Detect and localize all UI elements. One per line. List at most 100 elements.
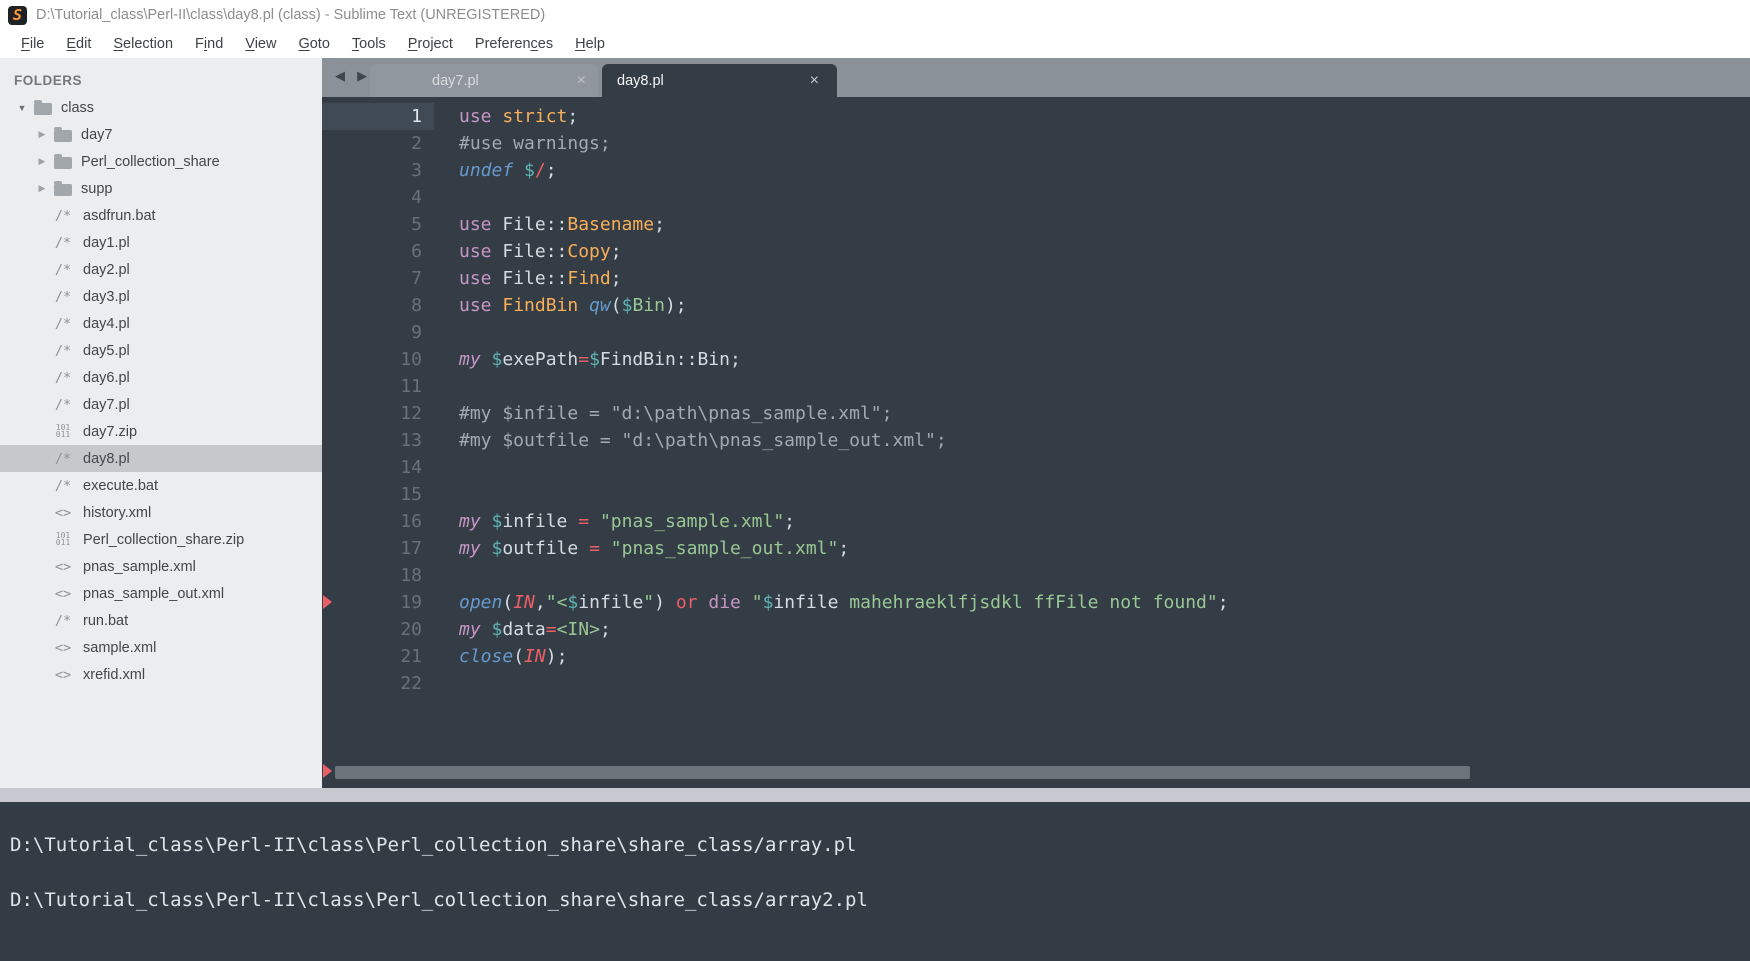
perl-file-icon: /*	[54, 234, 72, 251]
menu-tools[interactable]: Tools	[341, 33, 397, 55]
sidebar-item-day7[interactable]: ▶ day7	[0, 121, 322, 148]
code-token: close	[459, 646, 514, 667]
code-token: strict	[502, 106, 568, 127]
code-line-7[interactable]: 7 use File::Find;	[322, 265, 1750, 292]
line-number: 22	[400, 673, 422, 694]
sidebar-item-supp[interactable]: ▶ supp	[0, 175, 322, 202]
menu-file[interactable]: File	[10, 33, 55, 55]
code-line-21[interactable]: 21 close(IN);	[322, 643, 1750, 670]
code-token: use	[459, 214, 492, 235]
code-line-1[interactable]: 1 use strict;	[322, 103, 1750, 130]
sidebar-item-day3-pl[interactable]: /* day3.pl	[0, 283, 322, 310]
code-line-11[interactable]: 11	[322, 373, 1750, 400]
code-line-6[interactable]: 6 use File::Copy;	[322, 238, 1750, 265]
code-token: Find	[567, 268, 611, 289]
folder-icon	[54, 180, 72, 196]
menu-preferences[interactable]: Preferences	[464, 33, 564, 55]
sidebar-item-execute-bat[interactable]: /* execute.bat	[0, 472, 322, 499]
code-line-3[interactable]: 3 undef $/;	[322, 157, 1750, 184]
sidebar-item-day7-pl[interactable]: /* day7.pl	[0, 391, 322, 418]
code-line-17[interactable]: 17 my $outfile = "pnas_sample_out.xml";	[322, 535, 1750, 562]
menu-help[interactable]: Help	[564, 33, 616, 55]
gutter-mark-icon	[323, 764, 332, 778]
code-line-18[interactable]: 18	[322, 562, 1750, 589]
line-number: 6	[411, 241, 422, 262]
menu-view[interactable]: View	[234, 33, 287, 55]
sidebar-item-day1-pl[interactable]: /* day1.pl	[0, 229, 322, 256]
sidebar-item-label: xrefid.xml	[83, 666, 146, 683]
menu-goto[interactable]: Goto	[287, 33, 340, 55]
code-line-5[interactable]: 5 use File::Basename;	[322, 211, 1750, 238]
code-token: )	[654, 592, 676, 613]
tab-day8.pl[interactable]: day8.pl ×	[602, 64, 837, 97]
menu-selection[interactable]: Selection	[102, 33, 184, 55]
code-line-2[interactable]: 2 #use warnings;	[322, 130, 1750, 157]
line-number: 5	[411, 214, 422, 235]
code-token: use	[459, 241, 492, 262]
xml-file-icon: <>	[54, 585, 72, 602]
code-line-8[interactable]: 8 use FindBin qw($Bin);	[322, 292, 1750, 319]
code-line-10[interactable]: 10 my $exePath=$FindBin::Bin;	[322, 346, 1750, 373]
sidebar-item-day4-pl[interactable]: /* day4.pl	[0, 310, 322, 337]
menu-project[interactable]: Project	[397, 33, 464, 55]
code-line-16[interactable]: 16 my $infile = "pnas_sample.xml";	[322, 508, 1750, 535]
code-editor[interactable]: 1 use strict; 2 #use warnings; 3 undef $/; 4 5 u…	[322, 97, 1750, 788]
code-token: data	[502, 619, 546, 640]
sidebar-item-class[interactable]: ▼ class	[0, 94, 322, 121]
code-token: $	[621, 295, 633, 316]
sidebar-item-day7-zip[interactable]: 101 011 day7.zip	[0, 418, 322, 445]
close-icon[interactable]: ×	[810, 72, 819, 89]
sidebar-item-xrefid-xml[interactable]: <> xrefid.xml	[0, 661, 322, 688]
sidebar-item-day6-pl[interactable]: /* day6.pl	[0, 364, 322, 391]
menu-find[interactable]: Find	[184, 33, 234, 55]
sidebar-item-sample-xml[interactable]: <> sample.xml	[0, 634, 322, 661]
sublime-text-window: S D:\Tutorial_class\Perl-II\class\day8.p…	[0, 0, 1750, 961]
sidebar-item-run-bat[interactable]: /* run.bat	[0, 607, 322, 634]
line-number: 10	[400, 349, 422, 370]
code-line-12[interactable]: 12 #my $infile = "d:\path\pnas_sample.xml…	[322, 400, 1750, 427]
tab-nav-arrows-icon[interactable]: ◀ ▶	[335, 69, 371, 84]
sidebar-item-label: run.bat	[83, 612, 129, 629]
chevron-right-icon[interactable]: ▶	[34, 156, 50, 167]
chevron-down-icon[interactable]: ▼	[14, 103, 30, 113]
sidebar-item-perl-collection-share-zip[interactable]: 101 011 Perl_collection_share.zip	[0, 526, 322, 553]
code-token: #my $infile = "d:\path\pnas_sample.xml";	[459, 403, 893, 424]
code-token: $	[567, 592, 579, 613]
sidebar-item-perl-collection-share[interactable]: ▶ Perl_collection_share	[0, 148, 322, 175]
code-token: );	[664, 295, 687, 316]
line-number: 16	[400, 511, 422, 532]
sidebar-item-pnas-sample-xml[interactable]: <> pnas_sample.xml	[0, 553, 322, 580]
menu-edit[interactable]: Edit	[55, 33, 102, 55]
sidebar-item-pnas-sample-out-xml[interactable]: <> pnas_sample_out.xml	[0, 580, 322, 607]
sidebar-item-day5-pl[interactable]: /* day5.pl	[0, 337, 322, 364]
code-line-19[interactable]: 19 open(IN,"<$infile") or die "$infile ma…	[322, 589, 1750, 616]
sidebar-item-asdfrun-bat[interactable]: /* asdfrun.bat	[0, 202, 322, 229]
sidebar-item-day2-pl[interactable]: /* day2.pl	[0, 256, 322, 283]
perl-file-icon: /*	[54, 450, 72, 467]
panel-divider[interactable]	[0, 788, 1750, 802]
code-line-4[interactable]: 4	[322, 184, 1750, 211]
code-token: File::	[491, 241, 568, 262]
code-line-13[interactable]: 13 #my $outfile = "d:\path\pnas_sample_ou…	[322, 427, 1750, 454]
horizontal-scrollbar[interactable]	[335, 766, 1470, 779]
code-line-22[interactable]: 22	[322, 670, 1750, 697]
tab-day7.pl[interactable]: day7.pl ×	[370, 64, 598, 97]
code-line-14[interactable]: 14	[322, 454, 1750, 481]
folders-sidebar[interactable]: FOLDERS ▼ class ▶ day7 ▶ Perl_collection_shar…	[0, 58, 322, 788]
code-token: infile	[578, 592, 644, 613]
sidebar-item-label: history.xml	[83, 504, 152, 521]
code-line-9[interactable]: 9	[322, 319, 1750, 346]
output-console[interactable]: D:\Tutorial_class\Perl-II\class\Perl_col…	[0, 802, 1750, 961]
code-line-20[interactable]: 20 my $data=<IN>;	[322, 616, 1750, 643]
close-icon[interactable]: ×	[577, 72, 586, 89]
chevron-right-icon[interactable]: ▶	[34, 129, 50, 140]
chevron-right-icon[interactable]: ▶	[34, 183, 50, 194]
sidebar-item-history-xml[interactable]: <> history.xml	[0, 499, 322, 526]
sidebar-tree: ▼ class ▶ day7 ▶ Perl_collection_share ▶ supp /*…	[0, 94, 322, 688]
code-line-15[interactable]: 15	[322, 481, 1750, 508]
sidebar-item-day8-pl[interactable]: /* day8.pl	[0, 445, 322, 472]
